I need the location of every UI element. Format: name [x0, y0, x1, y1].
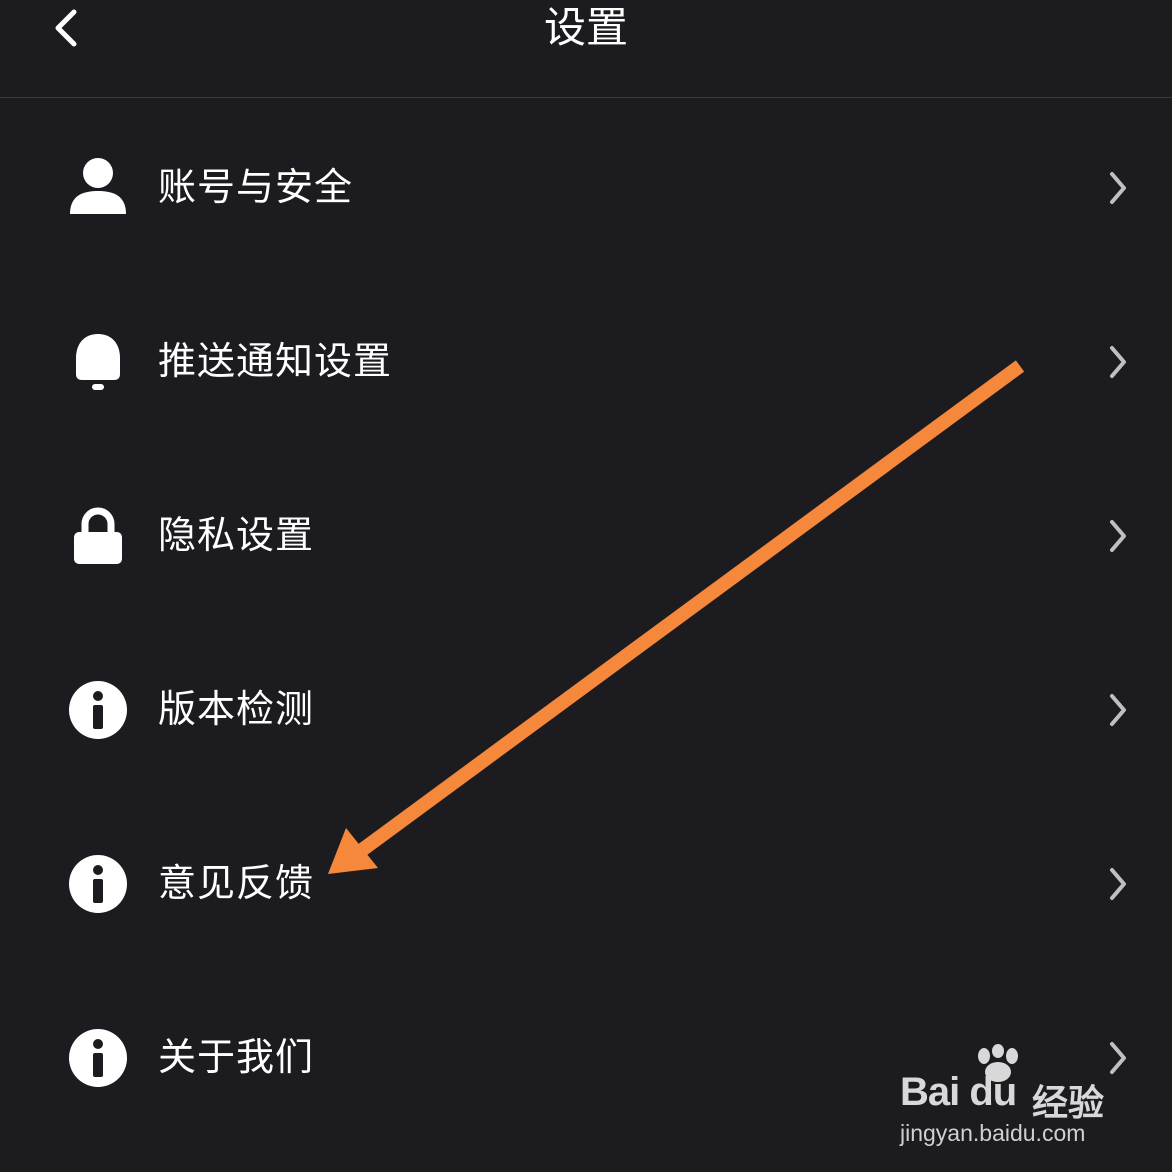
menu-item-privacy[interactable]: 隐私设置	[0, 448, 1172, 622]
user-icon	[70, 158, 126, 214]
chevron-right-icon	[1110, 694, 1126, 726]
menu-item-label: 推送通知设置	[158, 339, 393, 383]
menu-item-version-check[interactable]: 版本检测	[0, 622, 1172, 796]
info-icon	[69, 681, 127, 739]
chevron-right-icon	[1110, 868, 1126, 900]
menu-item-push-notifications[interactable]: 推送通知设置	[0, 274, 1172, 448]
lock-icon	[74, 507, 122, 564]
top-bar: 设置	[0, 0, 1172, 98]
watermark-brand: Bai du	[900, 1070, 1017, 1114]
menu-item-label: 账号与安全	[158, 165, 354, 209]
menu-item-label: 关于我们	[158, 1035, 315, 1079]
baidu-jingyan-watermark: Bai du 经验 jingyan.baidu.com	[896, 1040, 1116, 1150]
chevron-right-icon	[1110, 346, 1126, 378]
watermark-url: jingyan.baidu.com	[900, 1120, 1086, 1146]
info-icon	[69, 855, 127, 913]
menu-item-account-security[interactable]: 账号与安全	[0, 100, 1172, 274]
info-icon	[69, 1029, 127, 1087]
page-title: 设置	[543, 3, 628, 52]
menu-item-feedback[interactable]: 意见反馈	[0, 796, 1172, 970]
menu-item-label: 版本检测	[158, 687, 315, 731]
chevron-right-icon	[1110, 172, 1126, 204]
chevron-right-icon	[1110, 520, 1126, 552]
menu-item-label: 意见反馈	[158, 861, 315, 905]
bell-icon	[76, 334, 120, 390]
menu-item-label: 隐私设置	[158, 513, 315, 557]
watermark-product: 经验	[1032, 1083, 1105, 1124]
